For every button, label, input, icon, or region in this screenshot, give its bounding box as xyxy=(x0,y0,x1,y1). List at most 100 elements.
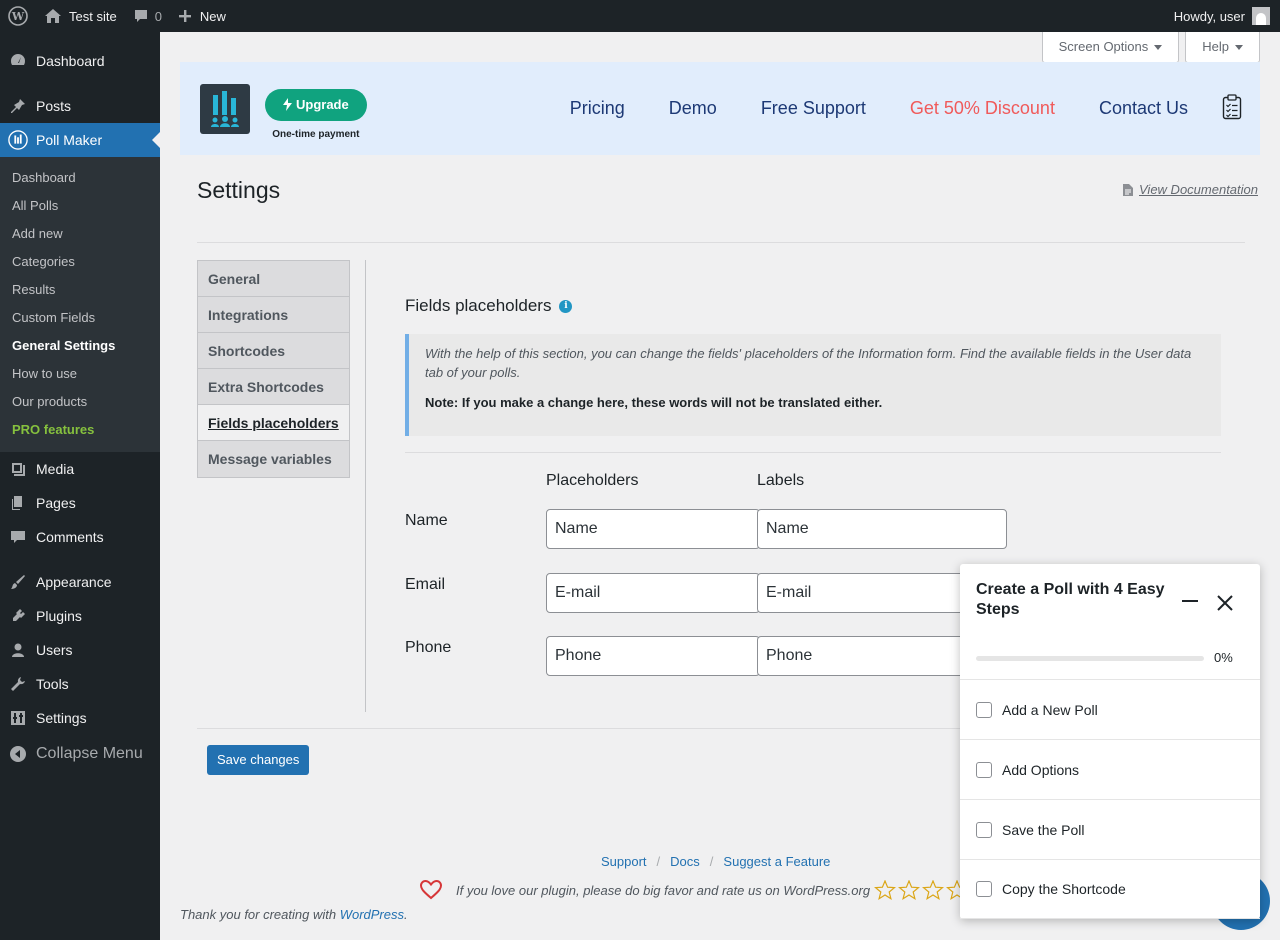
screen-options-button[interactable]: Screen Options xyxy=(1041,32,1180,63)
tab-extra-shortcodes[interactable]: Extra Shortcodes xyxy=(198,369,349,405)
footer-links: Support / Docs / Suggest a Feature xyxy=(601,854,830,869)
screen-options-label: Screen Options xyxy=(1058,39,1149,54)
tab-fields-placeholders[interactable]: Fields placeholders xyxy=(198,405,349,441)
user-icon xyxy=(8,640,28,660)
submenu-pro-features[interactable]: PRO features xyxy=(0,416,160,444)
step-checkbox[interactable] xyxy=(976,761,992,778)
step-label: Add a New Poll xyxy=(1002,701,1098,718)
comments-link[interactable]: 0 xyxy=(125,0,170,32)
clipboard-checklist-icon[interactable] xyxy=(1222,94,1242,123)
collapse-menu-button[interactable]: Collapse Menu xyxy=(0,737,160,771)
menu-plugins[interactable]: Plugins xyxy=(0,599,160,633)
info-notice: With the help of this section, you can c… xyxy=(405,334,1221,436)
step-item[interactable]: Save the Poll xyxy=(960,799,1260,859)
menu-label: Plugins xyxy=(36,608,82,624)
pages-icon xyxy=(8,493,28,513)
poll-maker-logo-icon[interactable] xyxy=(200,83,250,134)
help-button[interactable]: Help xyxy=(1185,32,1260,63)
save-changes-button[interactable]: Save changes xyxy=(207,745,310,775)
submenu-categories[interactable]: Categories xyxy=(0,248,160,276)
plugin-header: Upgrade One-time payment Pricing Demo Fr… xyxy=(180,62,1260,155)
tab-integrations[interactable]: Integrations xyxy=(198,297,349,333)
comment-icon xyxy=(134,10,147,22)
menu-label: Comments xyxy=(36,529,104,545)
menu-label: Pages xyxy=(36,495,76,511)
submenu-results[interactable]: Results xyxy=(0,276,160,304)
menu-media[interactable]: Media xyxy=(0,452,160,486)
nav-demo[interactable]: Demo xyxy=(669,98,717,119)
view-documentation-label: View Documentation xyxy=(1139,182,1258,197)
menu-pages[interactable]: Pages xyxy=(0,486,160,520)
submenu-general-settings[interactable]: General Settings xyxy=(0,332,160,360)
menu-posts[interactable]: Posts xyxy=(0,89,160,123)
email-placeholder-input[interactable]: E-mail xyxy=(546,573,760,613)
menu-users[interactable]: Users xyxy=(0,633,160,667)
star-icon[interactable] xyxy=(922,880,945,900)
upgrade-subtitle: One-time payment xyxy=(272,129,360,140)
menu-comments[interactable]: Comments xyxy=(0,520,160,554)
submenu-custom-fields[interactable]: Custom Fields xyxy=(0,304,160,332)
help-label: Help xyxy=(1202,39,1229,54)
footer-suggest-link[interactable]: Suggest a Feature xyxy=(723,854,830,869)
menu-tools[interactable]: Tools xyxy=(0,667,160,701)
tab-message-variables[interactable]: Message variables xyxy=(198,441,349,477)
menu-settings[interactable]: Settings xyxy=(0,701,160,735)
step-checkbox[interactable] xyxy=(976,881,992,897)
footer-support-link[interactable]: Support xyxy=(601,854,647,869)
step-checkbox[interactable] xyxy=(976,701,992,718)
divider xyxy=(405,452,1221,453)
step-item[interactable]: Add Options xyxy=(960,739,1260,799)
menu-poll-maker[interactable]: Poll Maker xyxy=(0,123,160,157)
nav-pricing[interactable]: Pricing xyxy=(570,98,625,119)
svg-text:W: W xyxy=(11,10,25,23)
document-icon xyxy=(1123,183,1133,196)
rating-stars[interactable] xyxy=(874,880,969,900)
site-name: Test site xyxy=(69,8,117,24)
submenu-dashboard[interactable]: Dashboard xyxy=(0,164,160,192)
new-content-link[interactable]: New xyxy=(170,0,234,32)
separator: / xyxy=(656,854,661,869)
divider xyxy=(197,242,1245,243)
menu-label: Dashboard xyxy=(36,53,105,69)
wrench-icon xyxy=(8,674,28,694)
wordpress-logo-icon[interactable]: W xyxy=(0,0,36,32)
menu-label: Media xyxy=(36,461,75,477)
poll-icon xyxy=(8,130,28,150)
submenu-all-polls[interactable]: All Polls xyxy=(0,192,160,220)
step-item[interactable]: Copy the Shortcode xyxy=(960,859,1260,919)
minimize-icon[interactable] xyxy=(1182,600,1198,602)
name-label-input[interactable]: Name xyxy=(757,509,1007,549)
menu-appearance[interactable]: Appearance xyxy=(0,565,160,599)
nav-free-support[interactable]: Free Support xyxy=(761,98,866,119)
my-account-link[interactable]: Howdy, user xyxy=(1166,0,1280,32)
separator: / xyxy=(709,854,714,869)
star-icon[interactable] xyxy=(898,880,921,900)
footer-docs-link[interactable]: Docs xyxy=(670,854,700,869)
view-documentation-link[interactable]: View Documentation xyxy=(1123,182,1258,197)
star-icon[interactable] xyxy=(874,880,897,900)
avatar xyxy=(1252,7,1270,25)
menu-label: Appearance xyxy=(36,574,112,590)
home-icon xyxy=(45,9,61,23)
tab-general[interactable]: General xyxy=(198,261,349,297)
nav-discount[interactable]: Get 50% Discount xyxy=(910,98,1055,119)
wordpress-link[interactable]: WordPress xyxy=(340,907,404,922)
phone-placeholder-input[interactable]: Phone xyxy=(546,636,760,676)
site-name-link[interactable]: Test site xyxy=(36,0,125,32)
rate-text: If you love our plugin, please do big fa… xyxy=(456,882,871,898)
submenu-our-products[interactable]: Our products xyxy=(0,388,160,416)
close-icon[interactable] xyxy=(1216,594,1234,612)
submenu-add-new[interactable]: Add new xyxy=(0,220,160,248)
header-nav: Pricing Demo Free Support Get 50% Discou… xyxy=(526,94,1260,123)
tab-shortcodes[interactable]: Shortcodes xyxy=(198,333,349,369)
info-icon[interactable]: i xyxy=(559,299,573,313)
progress-bar xyxy=(976,656,1204,661)
step-checkbox[interactable] xyxy=(976,821,992,838)
submenu-how-to-use[interactable]: How to use xyxy=(0,360,160,388)
comment-icon xyxy=(8,527,28,547)
nav-contact-us[interactable]: Contact Us xyxy=(1099,98,1188,119)
step-item[interactable]: Add a New Poll xyxy=(960,679,1260,739)
menu-dashboard[interactable]: Dashboard xyxy=(0,44,160,78)
upgrade-button[interactable]: Upgrade xyxy=(265,89,367,121)
name-placeholder-input[interactable]: Name xyxy=(546,509,760,549)
